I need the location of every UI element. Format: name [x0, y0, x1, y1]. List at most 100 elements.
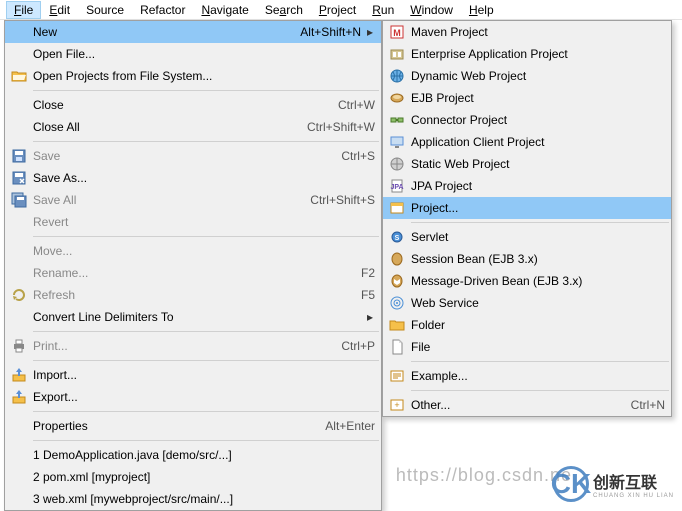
new-menu-item-folder[interactable]: Folder [383, 314, 671, 336]
new-menu-item-message-driven-bean-ejb-3-x[interactable]: Message-Driven Bean (EJB 3.x) [383, 270, 671, 292]
new-menu-item-connector-project[interactable]: Connector Project [383, 109, 671, 131]
menu-item-label: Rename... [33, 266, 351, 280]
new-menu-item-servlet[interactable]: S Servlet [383, 226, 671, 248]
file-menu-item-2-pom-xml-myproject[interactable]: 2 pom.xml [myproject] [5, 466, 381, 488]
menu-item-label: JPA Project [411, 179, 665, 193]
new-menu-item-enterprise-application-project[interactable]: Enterprise Application Project [383, 43, 671, 65]
blank-icon [9, 309, 29, 325]
blank-icon [9, 418, 29, 434]
menu-item-label: Print... [33, 339, 331, 353]
menu-item-accelerator: Ctrl+P [341, 339, 375, 353]
file-menu-item-properties[interactable]: Properties Alt+Enter [5, 415, 381, 437]
menu-item-label: Servlet [411, 230, 665, 244]
menubar-item-window[interactable]: Window [402, 1, 461, 19]
menu-item-label: Properties [33, 419, 315, 433]
menu-item-label: Dynamic Web Project [411, 69, 665, 83]
menu-item-label: Open File... [33, 47, 375, 61]
file-menu-item-1-demoapplication-java-demo-src[interactable]: 1 DemoApplication.java [demo/src/...] [5, 444, 381, 466]
menubar-item-source[interactable]: Source [78, 1, 132, 19]
new-menu-item-project[interactable]: Project... [383, 197, 671, 219]
menubar-item-help[interactable]: Help [461, 1, 502, 19]
file-menu-item-print[interactable]: Print... Ctrl+P [5, 335, 381, 357]
file-menu-item-import[interactable]: Import... [5, 364, 381, 386]
file-menu-item-save-as[interactable]: Save As... [5, 167, 381, 189]
menu-item-accelerator: Ctrl+S [341, 149, 375, 163]
menu-item-accelerator: Ctrl+Shift+W [307, 120, 375, 134]
menubar-item-search[interactable]: Search [257, 1, 311, 19]
file-menu-item-new[interactable]: NewAlt+Shift+N▸ [5, 21, 381, 43]
menubar-item-edit[interactable]: Edit [41, 1, 78, 19]
menu-item-label: Static Web Project [411, 157, 665, 171]
new-menu-item-file[interactable]: File [383, 336, 671, 358]
menu-item-label: Save As... [33, 171, 375, 185]
save-as-icon [9, 170, 29, 186]
menubar-item-run[interactable]: Run [364, 1, 402, 19]
menu-item-label: 2 pom.xml [myproject] [33, 470, 375, 484]
menubar-item-refactor[interactable]: Refactor [132, 1, 193, 19]
ear-icon [387, 46, 407, 62]
menu-item-label: Application Client Project [411, 135, 665, 149]
blank-icon [9, 214, 29, 230]
file-menu-item-save[interactable]: Save Ctrl+S [5, 145, 381, 167]
menu-item-accelerator: Alt+Shift+N [300, 25, 361, 39]
file-menu-item-revert[interactable]: Revert [5, 211, 381, 233]
file-menu-separator [33, 90, 379, 91]
save-all-icon [9, 192, 29, 208]
file-menu-item-close[interactable]: CloseCtrl+W [5, 94, 381, 116]
file-menu-item-open-file[interactable]: Open File... [5, 43, 381, 65]
blank-icon [9, 46, 29, 62]
new-menu-separator [411, 361, 669, 362]
file-menu-item-refresh[interactable]: RefreshF5 [5, 284, 381, 306]
new-menu-item-other[interactable]: +Other...Ctrl+N [383, 394, 671, 416]
menu-item-accelerator: Alt+Enter [325, 419, 375, 433]
save-icon [9, 148, 29, 164]
blank-icon [9, 265, 29, 281]
file-menu-item-move[interactable]: Move... [5, 240, 381, 262]
menubar-item-file[interactable]: File [6, 1, 41, 19]
new-menu-item-static-web-project[interactable]: Static Web Project [383, 153, 671, 175]
watermark-logo: CK [553, 466, 589, 502]
new-menu-item-jpa-project[interactable]: JPA JPA Project [383, 175, 671, 197]
new-menu-item-ejb-project[interactable]: EJB Project [383, 87, 671, 109]
new-menu-item-web-service[interactable]: Web Service [383, 292, 671, 314]
menu-item-label: Message-Driven Bean (EJB 3.x) [411, 274, 665, 288]
file-menu-separator [33, 360, 379, 361]
svg-text:+: + [394, 400, 399, 410]
svg-text:JPA: JPA [390, 184, 403, 191]
refresh-icon [9, 287, 29, 303]
menu-item-label: Save All [33, 193, 300, 207]
file-menu-separator [33, 141, 379, 142]
file-menu-item-rename[interactable]: Rename...F2 [5, 262, 381, 284]
file-menu-item-save-all[interactable]: Save All Ctrl+Shift+S [5, 189, 381, 211]
menu-item-label: Move... [33, 244, 375, 258]
menu-item-label: Folder [411, 318, 665, 332]
new-menu-item-dynamic-web-project[interactable]: Dynamic Web Project [383, 65, 671, 87]
menu-item-accelerator: Ctrl+Shift+S [310, 193, 375, 207]
file-menu-item-close-all[interactable]: Close AllCtrl+Shift+W [5, 116, 381, 138]
menu-item-accelerator: Ctrl+W [338, 98, 375, 112]
menu-item-accelerator: F5 [361, 288, 375, 302]
file-menu-item-export[interactable]: Export... [5, 386, 381, 408]
connector-icon [387, 112, 407, 128]
menubar: FileEditSourceRefactorNavigateSearchProj… [0, 0, 682, 20]
new-menu-item-session-bean-ejb-3-x[interactable]: Session Bean (EJB 3.x) [383, 248, 671, 270]
file-menu: NewAlt+Shift+N▸ Open File... Open Projects… [4, 20, 382, 511]
svg-text:S: S [395, 235, 400, 242]
new-menu-item-application-client-project[interactable]: Application Client Project [383, 131, 671, 153]
jpa-icon: JPA [387, 178, 407, 194]
file-menu-separator [33, 440, 379, 441]
other-icon: + [387, 397, 407, 413]
new-menu-item-example[interactable]: Example... [383, 365, 671, 387]
new-menu-item-maven-project[interactable]: MMaven Project [383, 21, 671, 43]
menu-item-label: Export... [33, 390, 375, 404]
menu-item-label: Web Service [411, 296, 665, 310]
file-menu-item-open-projects-from-file-system[interactable]: Open Projects from File System... [5, 65, 381, 87]
ejb-icon [387, 90, 407, 106]
menubar-item-navigate[interactable]: Navigate [193, 1, 256, 19]
new-submenu: MMaven ProjectEnterprise Application Pro… [382, 20, 672, 417]
menu-item-label: Save [33, 149, 331, 163]
menubar-item-project[interactable]: Project [311, 1, 364, 19]
file-menu-item-convert-line-delimiters-to[interactable]: Convert Line Delimiters To▸ [5, 306, 381, 328]
project-icon [387, 200, 407, 216]
file-menu-item-3-web-xml-mywebproject-src-main[interactable]: 3 web.xml [mywebproject/src/main/...] [5, 488, 381, 510]
